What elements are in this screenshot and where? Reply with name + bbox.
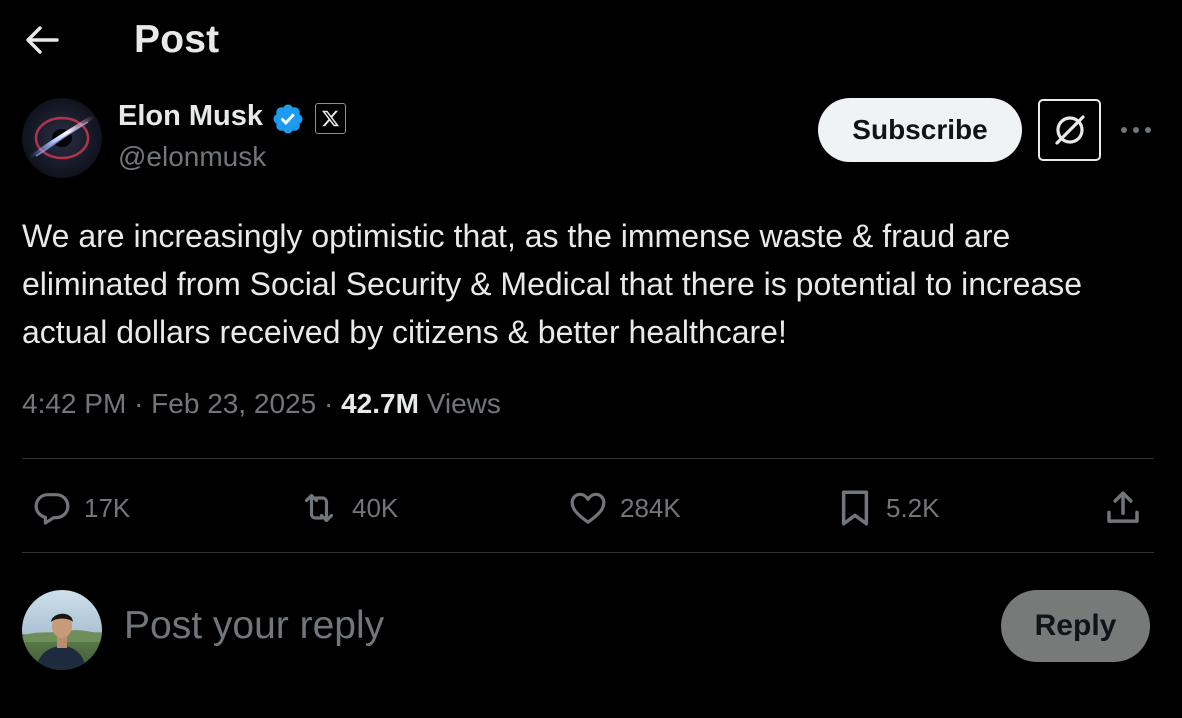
repost-action-button[interactable]: 40K bbox=[296, 484, 398, 532]
subscribe-button[interactable]: Subscribe bbox=[818, 98, 1022, 162]
bookmark-action-button[interactable]: 5.2K bbox=[834, 484, 940, 532]
meta-separator: · bbox=[134, 388, 144, 419]
reply-action-button[interactable]: 17K bbox=[30, 484, 130, 532]
repost-icon bbox=[304, 493, 334, 523]
page-title: Post bbox=[134, 18, 220, 61]
post-meta: 4:42 PM · Feb 23, 2025 · 42.7M Views bbox=[22, 388, 501, 420]
current-user-avatar[interactable] bbox=[22, 590, 102, 670]
divider bbox=[22, 458, 1154, 459]
affiliate-badge[interactable] bbox=[315, 103, 346, 134]
like-action-button[interactable]: 284K bbox=[566, 484, 681, 532]
reply-button[interactable]: Reply bbox=[1001, 590, 1150, 662]
heart-icon bbox=[570, 492, 606, 524]
reply-input[interactable] bbox=[122, 596, 982, 656]
post-date[interactable]: Feb 23, 2025 bbox=[151, 388, 316, 419]
arrow-left-icon bbox=[26, 26, 59, 54]
author-name[interactable]: Elon Musk bbox=[118, 100, 263, 133]
share-upload-icon bbox=[1107, 491, 1139, 523]
post-text: We are increasingly optimistic that, as … bbox=[22, 218, 1083, 350]
post-time[interactable]: 4:42 PM bbox=[22, 388, 126, 419]
author-handle[interactable]: @elonmusk bbox=[118, 141, 266, 173]
bookmark-count: 5.2K bbox=[886, 492, 940, 523]
verified-badge-icon bbox=[273, 104, 303, 134]
reply-count: 17K bbox=[84, 492, 131, 523]
more-horizontal-icon bbox=[1121, 127, 1151, 133]
share-action-button[interactable] bbox=[1102, 484, 1144, 532]
page-header: Post bbox=[0, 0, 1182, 80]
like-count: 284K bbox=[620, 492, 681, 523]
x-logo-icon bbox=[321, 110, 340, 127]
author-avatar[interactable] bbox=[22, 98, 102, 178]
views-label: Views bbox=[426, 388, 501, 419]
more-options-button[interactable] bbox=[1114, 112, 1158, 148]
grok-icon bbox=[1054, 115, 1085, 145]
author-avatar-image bbox=[22, 98, 102, 178]
reply-bubble-icon bbox=[34, 493, 70, 525]
bookmark-icon bbox=[841, 490, 869, 526]
views-count: 42.7M bbox=[341, 388, 419, 419]
divider bbox=[22, 552, 1154, 553]
repost-count: 40K bbox=[352, 492, 399, 523]
meta-separator: · bbox=[323, 388, 334, 419]
current-user-avatar-image bbox=[22, 590, 102, 670]
grok-button[interactable] bbox=[1038, 99, 1101, 161]
back-button[interactable] bbox=[22, 22, 62, 58]
